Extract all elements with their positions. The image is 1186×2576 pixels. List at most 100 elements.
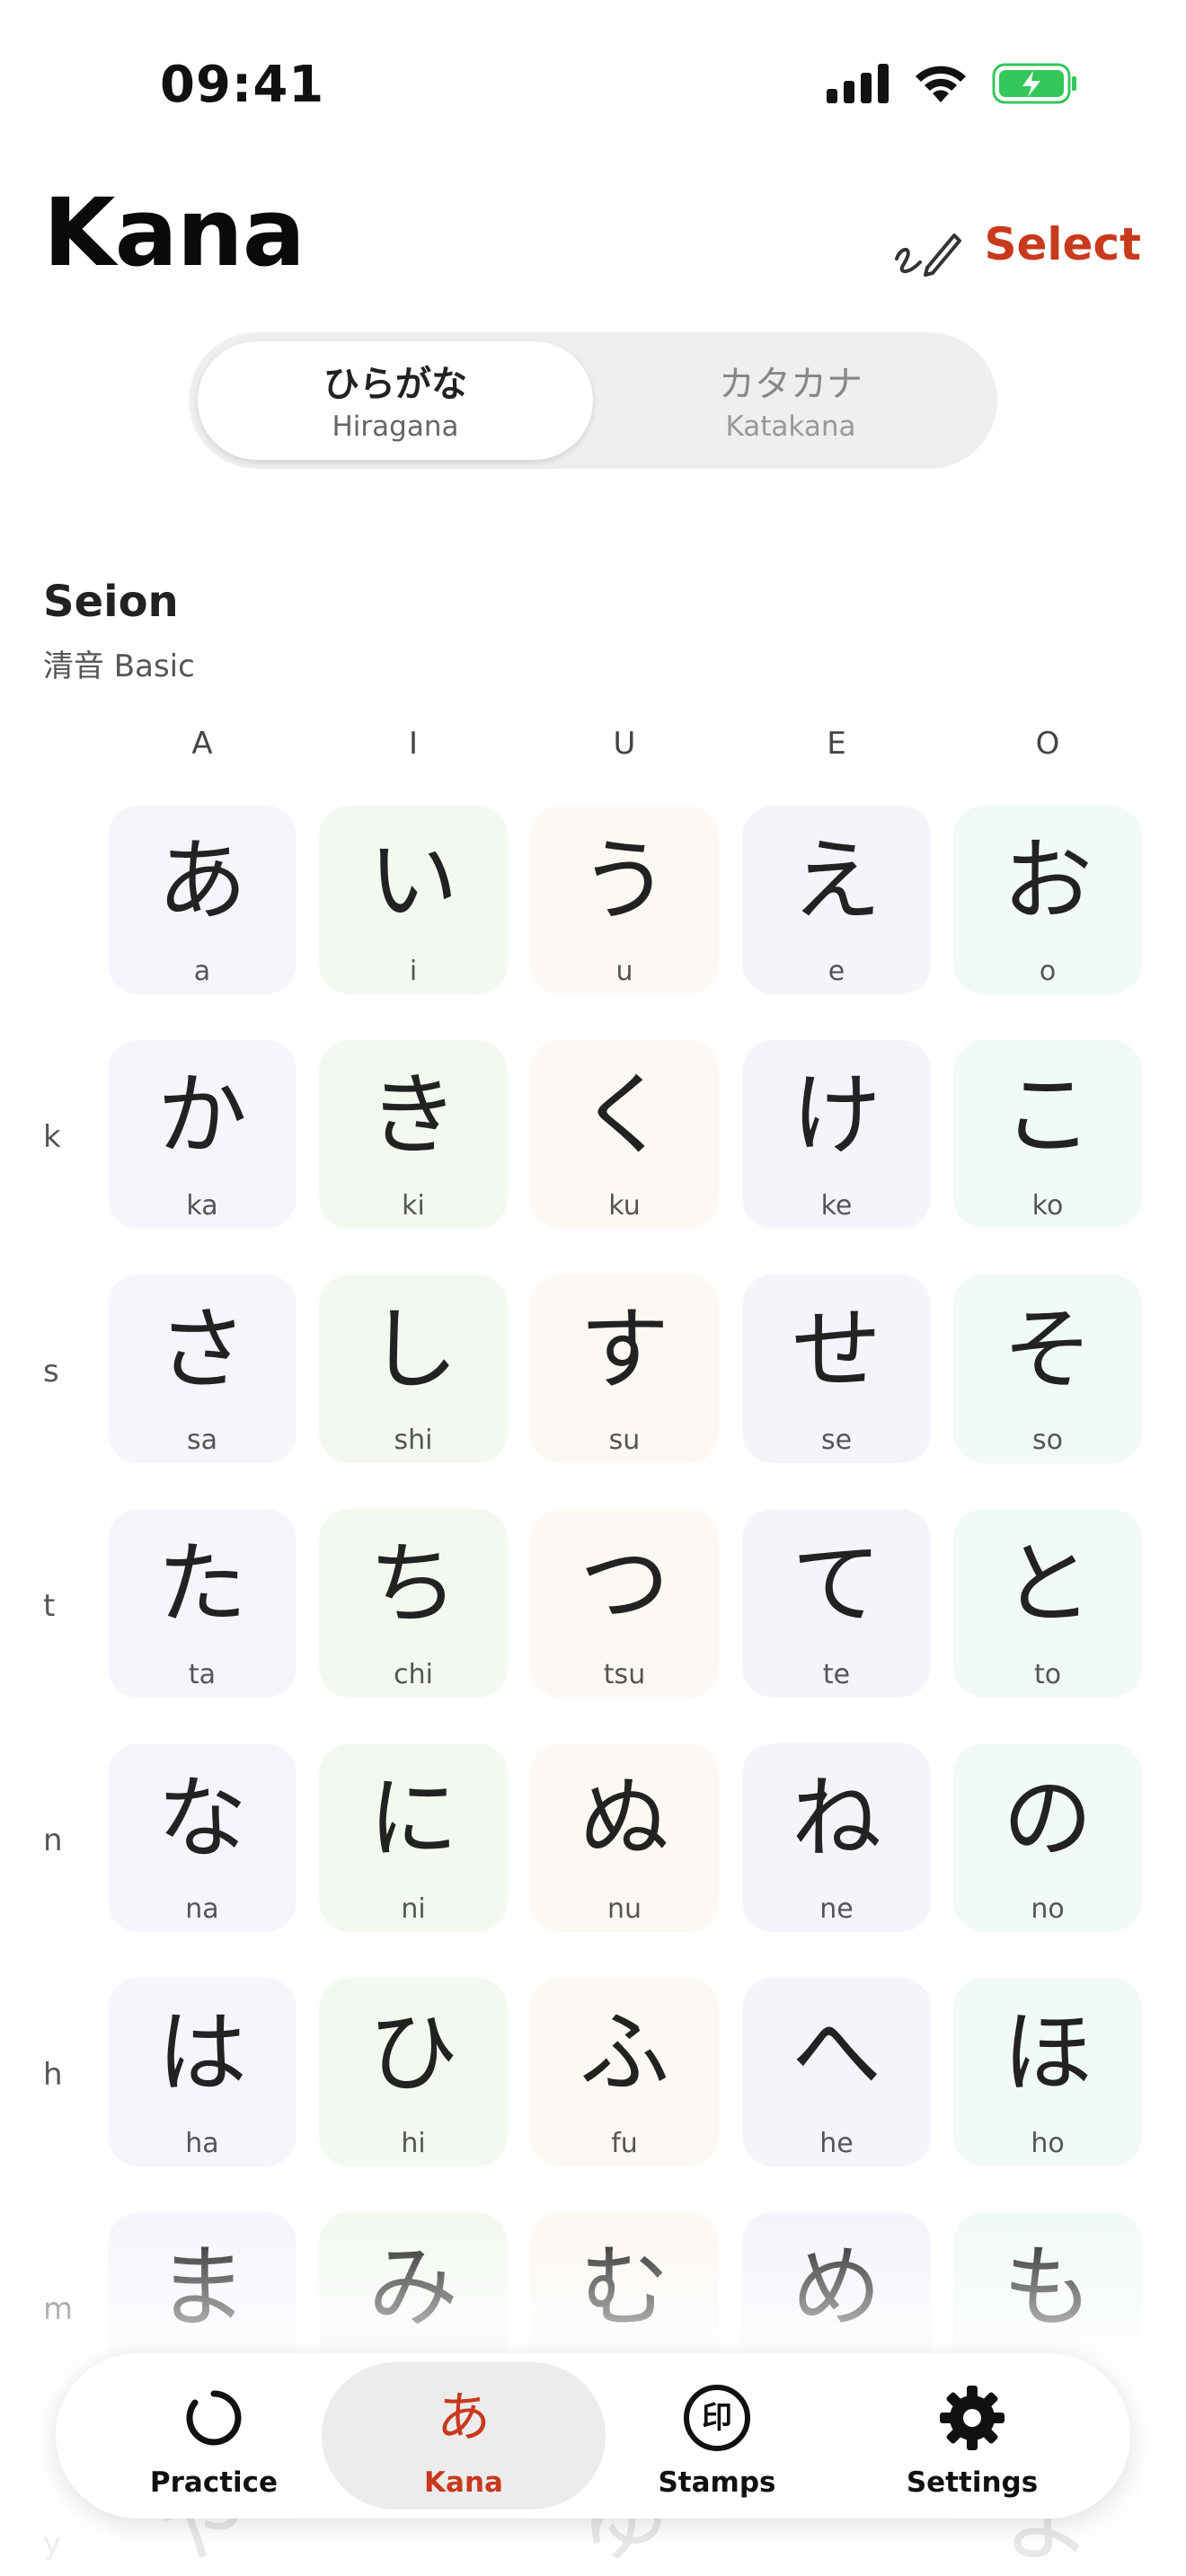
tab-kana[interactable]: あ Kana <box>322 2362 606 2510</box>
kana-cell[interactable]: す su <box>530 1275 719 1463</box>
stamp-seal-glyph: 印 <box>702 2400 732 2436</box>
kana-glyph: ち <box>368 1531 458 1636</box>
kana-cell[interactable]: ふ fu <box>530 1978 719 2166</box>
kana-cell[interactable]: ひ hi <box>319 1978 508 2166</box>
kana-glyph: ぬ <box>580 1766 669 1871</box>
kana-glyph: に <box>368 1766 458 1871</box>
handwriting-edit-button[interactable] <box>891 223 963 277</box>
kana-cell[interactable]: は ha <box>108 1978 296 2166</box>
column-header-o: O <box>1035 726 1060 762</box>
row-label: k <box>43 1119 61 1155</box>
battery-icon <box>992 63 1076 104</box>
kana-glyph: は <box>157 2000 247 2105</box>
column-header-u: U <box>613 726 636 762</box>
segment-hiragana-jp: ひらがな <box>323 364 467 405</box>
kana-cell[interactable]: く ku <box>530 1040 719 1229</box>
practice-ring-icon <box>186 2390 242 2446</box>
kana-romaji: su <box>608 1425 641 1456</box>
kana-cell[interactable]: に ni <box>319 1743 508 1932</box>
segment-katakana-jp: カタカナ <box>719 364 863 405</box>
kana-glyph: ほ <box>1003 2000 1093 2105</box>
kana-romaji: so <box>1032 1425 1063 1456</box>
kana-romaji: to <box>1033 1659 1062 1690</box>
kana-glyph: す <box>580 1297 669 1402</box>
section-title: Seion <box>43 577 179 627</box>
tab-stamps-label: Stamps <box>658 2466 776 2499</box>
kana-glyph: な <box>157 1766 247 1871</box>
kana-cell[interactable]: あa <box>108 806 296 994</box>
row-label: h <box>43 2057 63 2093</box>
signal-icon <box>827 64 889 103</box>
kana-cell[interactable]: ね ne <box>742 1743 931 1932</box>
kana-glyph: き <box>368 1063 458 1168</box>
status-icons <box>827 63 1078 104</box>
kana-romaji: ho <box>1031 2128 1065 2159</box>
script-segmented-control: ひらがな Hiragana カタカナ Katakana <box>189 332 997 469</box>
kana-cell[interactable]: ぬ nu <box>530 1743 719 1932</box>
kana-romaji: i <box>409 956 418 987</box>
kana-romaji: o <box>1039 956 1057 987</box>
kana-romaji: ko <box>1031 1190 1064 1222</box>
kana-glyph: う <box>580 828 669 933</box>
kana-romaji: tsu <box>603 1659 646 1690</box>
kana-cell[interactable]: き ki <box>319 1040 508 1229</box>
kana-romaji: na <box>185 1893 219 1925</box>
kana-cell[interactable]: こ ko <box>953 1040 1142 1229</box>
kana-cell[interactable]: へ he <box>742 1978 931 2166</box>
kana-glyph: ひ <box>368 2000 458 2105</box>
gear-icon <box>940 2386 1005 2450</box>
segment-hiragana-en: Hiragana <box>332 410 459 443</box>
kana-romaji: te <box>822 1659 851 1690</box>
kana-cell[interactable]: と to <box>953 1509 1142 1698</box>
kana-glyph: く <box>580 1063 669 1168</box>
kana-cell[interactable]: そ so <box>953 1275 1142 1463</box>
kana-cell[interactable]: け ke <box>742 1040 931 1229</box>
kana-cell[interactable]: うu <box>530 806 719 994</box>
select-button[interactable]: Select <box>984 218 1141 270</box>
kana-glyph: た <box>157 1531 247 1636</box>
kana-romaji: ki <box>402 1190 425 1222</box>
tab-settings[interactable]: Settings <box>830 2362 1114 2510</box>
kana-romaji: u <box>615 956 633 987</box>
kana-romaji: ne <box>819 1893 854 1925</box>
kana-romaji: ha <box>185 2128 219 2159</box>
kana-romaji: nu <box>606 1893 642 1925</box>
kana-glyph: こ <box>1003 1063 1093 1168</box>
segment-hiragana[interactable]: ひらがな Hiragana <box>198 341 593 460</box>
kana-cell[interactable]: て te <box>742 1509 931 1698</box>
kana-glyph: し <box>368 1297 458 1402</box>
kana-romaji: ni <box>401 1893 426 1925</box>
kana-cell[interactable]: ち chi <box>319 1509 508 1698</box>
kana-cell[interactable]: いi <box>319 806 508 994</box>
kana-cell[interactable]: つ tsu <box>530 1509 719 1698</box>
segment-katakana[interactable]: カタカナ Katakana <box>593 341 988 460</box>
kana-cell[interactable]: し shi <box>319 1275 508 1463</box>
kana-glyph: せ <box>792 1297 881 1402</box>
kana-cell[interactable]: おo <box>953 806 1142 994</box>
kana-glyph: あ <box>157 828 247 933</box>
tab-practice[interactable]: Practice <box>72 2362 356 2510</box>
kana-cell[interactable]: ほ ho <box>953 1978 1142 2166</box>
row-label: t <box>43 1588 56 1624</box>
kana-romaji: chi <box>394 1659 433 1690</box>
kana-glyph: の <box>1003 1766 1093 1871</box>
status-time: 09:41 <box>160 56 325 114</box>
column-header-i: I <box>408 726 419 762</box>
tab-stamps[interactable]: 印 Stamps <box>575 2362 859 2510</box>
kana-glyph: て <box>792 1531 881 1636</box>
kana-cell[interactable]: の no <box>953 1743 1142 1932</box>
kana-romaji: he <box>819 2128 854 2159</box>
kana-cell[interactable]: せ se <box>742 1275 931 1463</box>
kana-cell[interactable]: か ka <box>108 1040 296 1229</box>
screen: 09:41 Kana Select ひらがな Hiragana カタカナ Kat… <box>0 0 1186 2576</box>
kana-cell[interactable]: た ta <box>108 1509 296 1698</box>
kana-romaji: e <box>828 956 845 987</box>
kana-cell[interactable]: さ sa <box>108 1275 296 1463</box>
kana-glyph: ね <box>792 1766 881 1871</box>
kana-romaji: ku <box>608 1190 641 1222</box>
kana-glyph: え <box>792 828 881 933</box>
row-label: n <box>43 1822 63 1858</box>
wifi-icon <box>916 66 966 102</box>
kana-cell[interactable]: えe <box>742 806 931 994</box>
kana-cell[interactable]: な na <box>108 1743 296 1932</box>
